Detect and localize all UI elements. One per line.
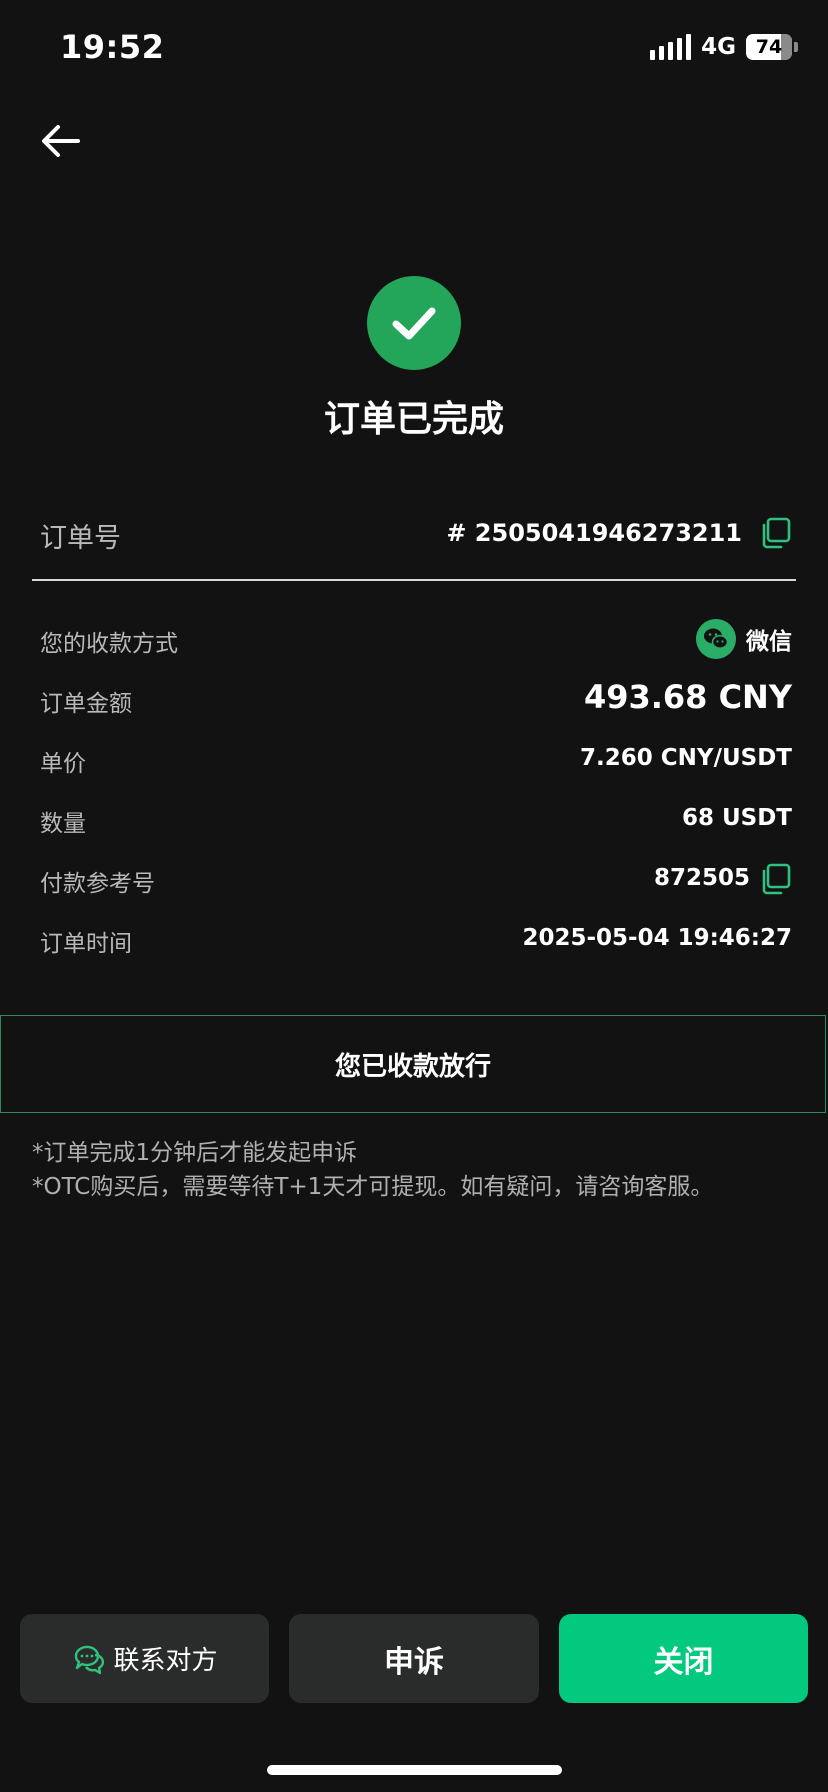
divider bbox=[32, 579, 796, 581]
payment-method-value: 微信 bbox=[696, 619, 792, 659]
order-amount-label: 订单金额 bbox=[40, 691, 132, 717]
appeal-button[interactable]: 申诉 bbox=[289, 1614, 539, 1703]
arrow-left-icon bbox=[42, 125, 80, 157]
order-time-label: 订单时间 bbox=[40, 931, 132, 957]
copy-order-number-icon[interactable] bbox=[758, 516, 792, 550]
payment-method-text: 微信 bbox=[746, 629, 792, 655]
back-button[interactable] bbox=[36, 116, 86, 166]
payment-method-label: 您的收款方式 bbox=[40, 631, 178, 657]
unit-price-label: 单价 bbox=[40, 751, 86, 777]
copy-reference-icon[interactable] bbox=[758, 862, 792, 896]
quantity-value: 68 USDT bbox=[681, 805, 792, 831]
status-time: 19:52 bbox=[60, 28, 165, 66]
close-button[interactable]: 关闭 bbox=[559, 1614, 808, 1703]
contact-counterparty-button[interactable]: 联系对方 bbox=[20, 1614, 269, 1703]
payment-reference-label: 付款参考号 bbox=[40, 871, 155, 897]
order-number-value: # 2505041946273211 bbox=[446, 519, 742, 547]
battery-level: 74 bbox=[755, 36, 783, 58]
quantity-label: 数量 bbox=[40, 811, 86, 837]
order-amount-value: 493.68 CNY bbox=[583, 678, 792, 716]
release-status-banner: 您已收款放行 bbox=[0, 1015, 826, 1113]
status-indicators: 4G 74 bbox=[650, 34, 798, 60]
wechat-icon bbox=[696, 619, 736, 659]
unit-price-value: 7.260 CNY/USDT bbox=[580, 745, 792, 771]
network-type: 4G bbox=[701, 34, 736, 60]
check-circle-icon bbox=[367, 276, 461, 370]
contact-counterparty-label: 联系对方 bbox=[113, 1646, 218, 1676]
page-title: 订单已完成 bbox=[323, 399, 504, 440]
order-time-value: 2025-05-04 19:46:27 bbox=[522, 925, 792, 951]
signal-icon bbox=[650, 34, 692, 60]
note-withdrawal: *OTC购买后，需要等待T+1天才可提现。如有疑问，请咨询客服。 bbox=[32, 1174, 714, 1200]
note-appeal: *订单完成1分钟后才能发起申诉 bbox=[32, 1140, 358, 1166]
battery-icon: 74 bbox=[746, 34, 798, 60]
order-number-label: 订单号 bbox=[40, 523, 121, 554]
home-indicator[interactable] bbox=[267, 1765, 562, 1775]
payment-reference-value: 872505 bbox=[653, 865, 750, 891]
chat-icon bbox=[75, 1645, 105, 1674]
